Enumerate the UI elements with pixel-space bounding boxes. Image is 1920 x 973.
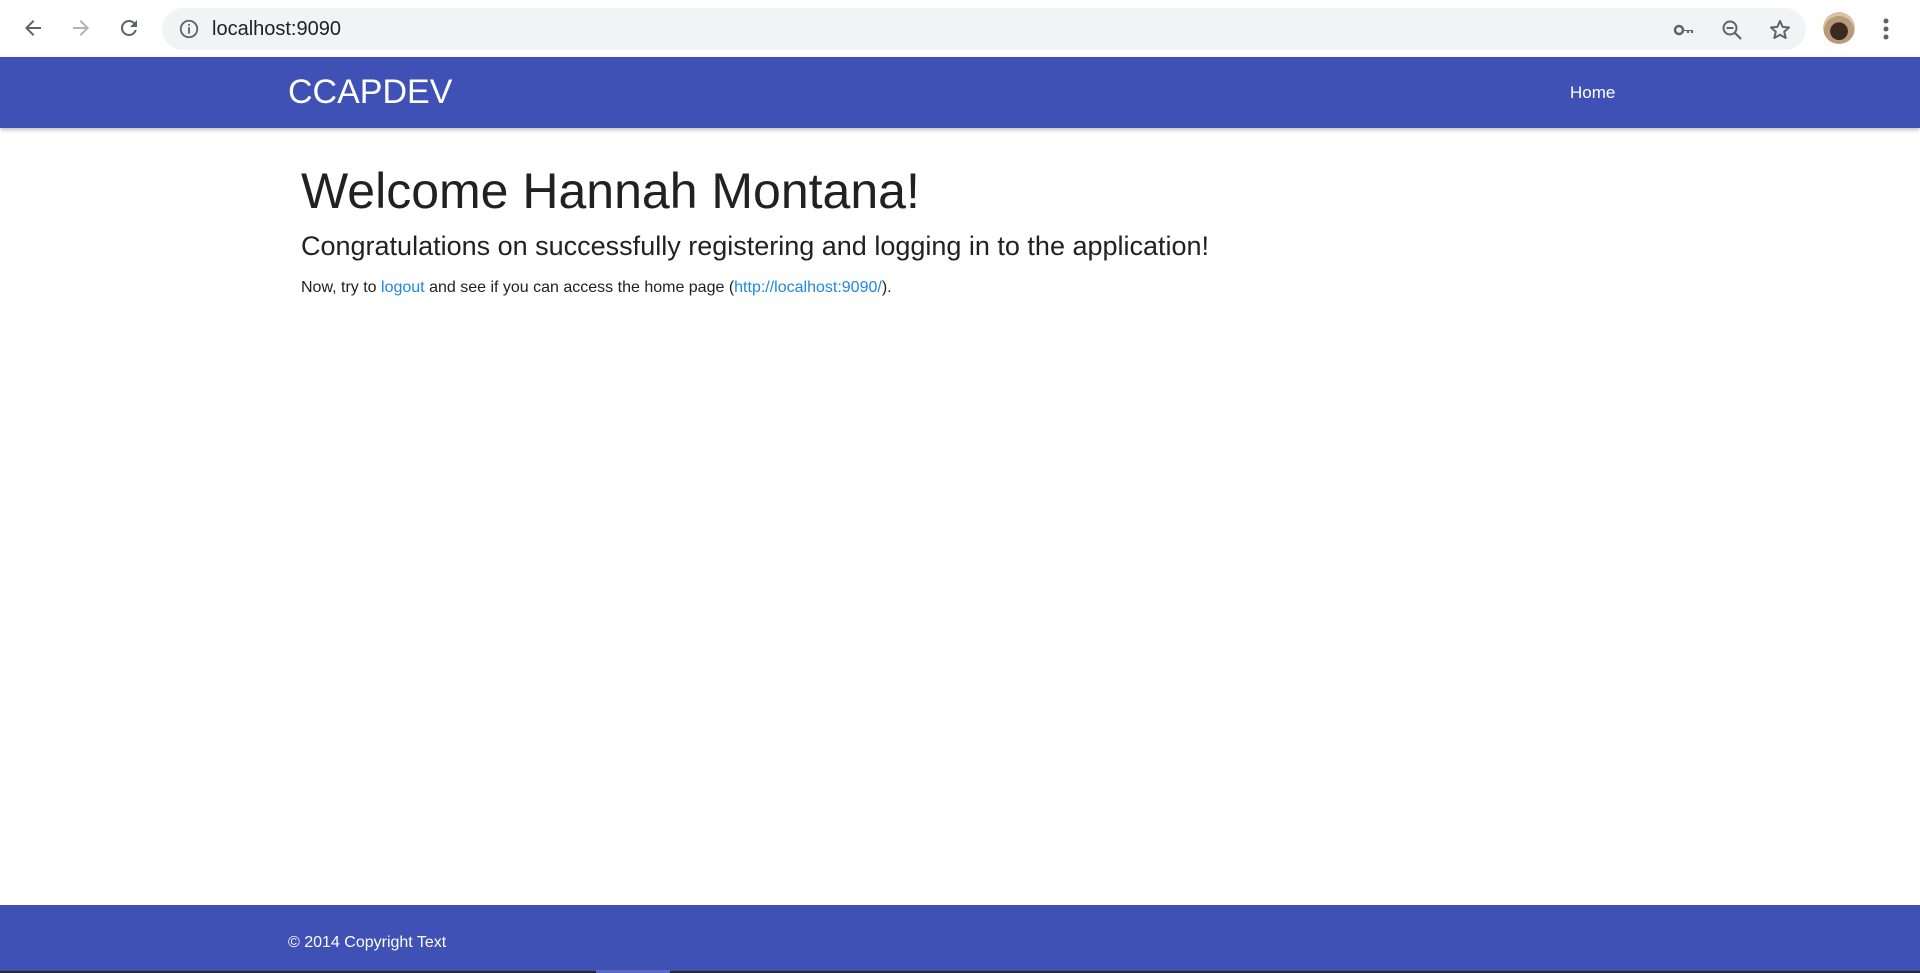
logout-link[interactable]: logout: [381, 279, 425, 296]
copyright-text: © 2014 Copyright Text: [288, 934, 447, 951]
forward-button[interactable]: [64, 11, 98, 45]
arrow-left-icon: [25, 20, 41, 36]
url-text: localhost:9090: [212, 18, 341, 40]
reload-icon: [120, 19, 137, 36]
info-icon[interactable]: [178, 18, 200, 40]
star-icon[interactable]: [1768, 18, 1792, 42]
main-content: Welcome Hannah Montana! Congratulations …: [301, 160, 1701, 299]
avatar[interactable]: [1823, 12, 1855, 44]
navbar: CCAPDEV Home: [0, 57, 1920, 128]
zoom-out-icon[interactable]: [1720, 18, 1744, 42]
arrow-right-icon: [73, 20, 89, 36]
instruction-prefix: Now, try to: [301, 279, 382, 296]
instruction-middle: and see if you can access the home page …: [424, 279, 735, 296]
home-page-link[interactable]: http://localhost:9090/: [734, 279, 882, 296]
instruction-text: Now, try to logout and see if you can ac…: [301, 277, 1701, 299]
footer: © 2014 Copyright Text: [0, 905, 1920, 973]
kebab-menu-icon[interactable]: [1876, 14, 1896, 44]
brand-logo[interactable]: CCAPDEV: [288, 71, 452, 113]
reload-button[interactable]: [112, 11, 146, 45]
browser-toolbar: localhost:9090: [0, 0, 1920, 57]
page-title: Welcome Hannah Montana!: [301, 163, 920, 219]
nav-link-home[interactable]: Home: [1570, 83, 1615, 103]
address-bar[interactable]: localhost:9090: [162, 8, 1806, 50]
back-button[interactable]: [16, 11, 50, 45]
key-icon[interactable]: [1672, 18, 1696, 42]
page-subtitle: Congratulations on successfully register…: [301, 231, 1210, 261]
instruction-suffix: ).: [881, 279, 892, 296]
